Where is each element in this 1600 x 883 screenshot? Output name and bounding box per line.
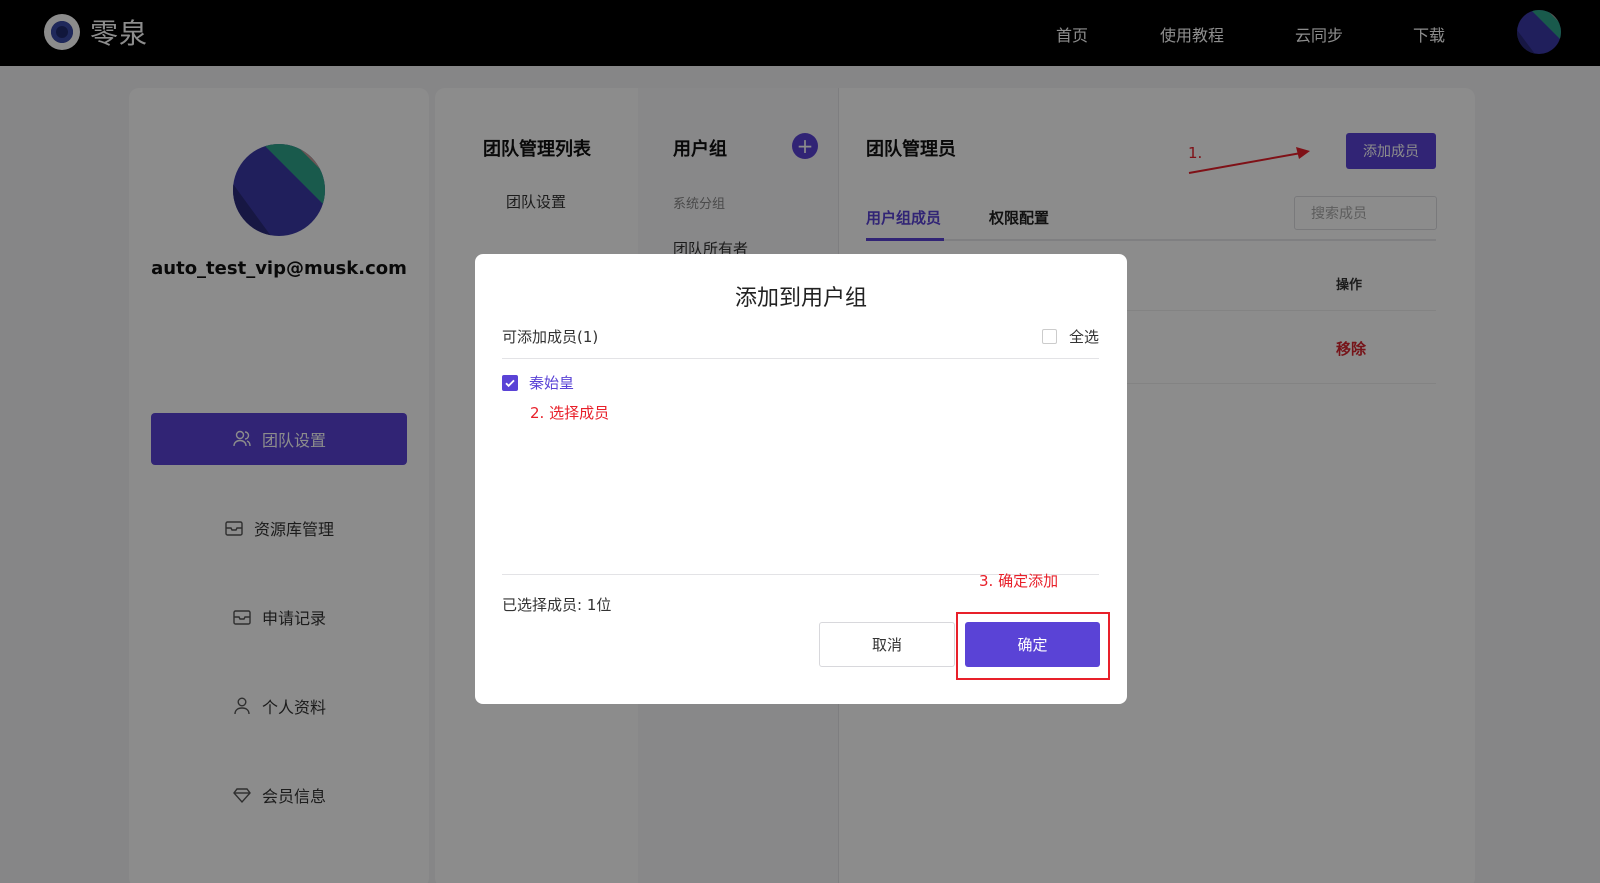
select-all-checkbox[interactable]: 全选: [1042, 326, 1099, 347]
cancel-button[interactable]: 取消: [819, 622, 955, 667]
dialog-title: 添加到用户组: [734, 286, 867, 311]
annotation-highlight-box: [956, 612, 1110, 680]
add-to-usergroup-dialog: 添加到用户组 可添加成员(1) 全选 秦始皇 2. 选择成员 已选择成员: 1位…: [475, 254, 1127, 704]
annotation-step2: 2. 选择成员: [530, 404, 610, 422]
available-members-label: 可添加成员(1): [502, 328, 599, 346]
member-name: 秦始皇: [529, 374, 575, 392]
selected-count: 已选择成员: 1位: [502, 596, 612, 614]
checkbox-icon: [1042, 329, 1057, 344]
member-checkbox-row[interactable]: 秦始皇: [502, 372, 574, 393]
check-icon: [502, 374, 518, 391]
annotation-step3: 3. 确定添加: [979, 572, 1059, 590]
select-all-label: 全选: [1069, 328, 1100, 346]
divider: [502, 358, 1099, 359]
